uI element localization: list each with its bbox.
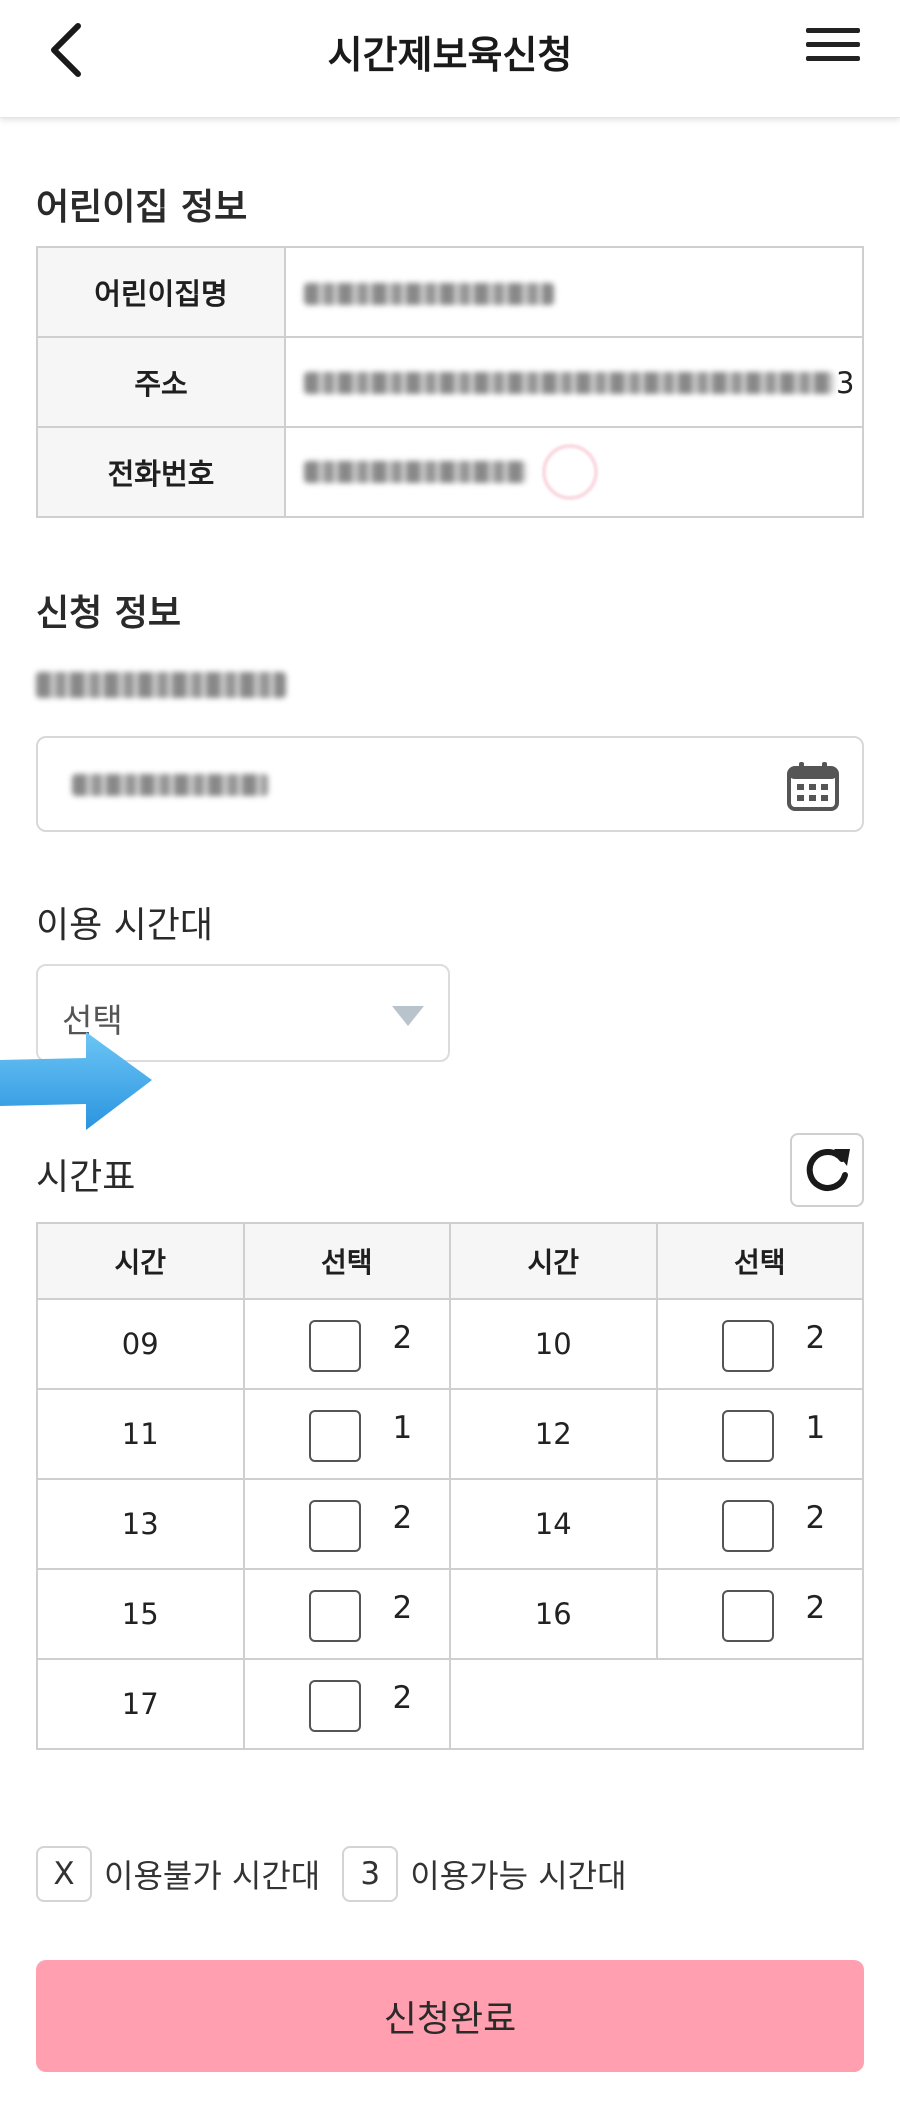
time-slot-label: 이용 시간대 bbox=[36, 905, 214, 946]
daycare-info-table: 어린이집명 주소 3 전화번호 bbox=[36, 246, 864, 518]
slot-select-cell: 2 bbox=[655, 1478, 864, 1570]
legend-unavailable-symbol: X bbox=[36, 1846, 92, 1902]
slot-hour: 13 bbox=[36, 1478, 245, 1570]
slot-checkbox[interactable] bbox=[308, 1680, 361, 1732]
slot-select-cell: 2 bbox=[655, 1568, 864, 1660]
table-row: 17 2 bbox=[36, 1658, 865, 1750]
table-row: 15 2 16 2 bbox=[36, 1568, 864, 1660]
slot-checkbox[interactable] bbox=[308, 1410, 361, 1462]
slot-checkbox[interactable] bbox=[721, 1320, 774, 1372]
slot-checkbox[interactable] bbox=[308, 1590, 361, 1642]
timetable-header-row: 시간 선택 시간 선택 bbox=[36, 1222, 864, 1300]
redacted-date bbox=[72, 774, 268, 796]
slot-hour: 12 bbox=[448, 1388, 658, 1480]
slot-select-cell: 2 bbox=[242, 1658, 451, 1750]
redacted-text bbox=[304, 283, 554, 305]
daycare-info-title: 어린이집 정보 bbox=[36, 187, 248, 228]
slot-count: 2 bbox=[392, 1320, 413, 1356]
slot-select-cell: 2 bbox=[242, 1568, 451, 1660]
info-row-address: 주소 3 bbox=[36, 336, 864, 428]
slot-checkbox[interactable] bbox=[721, 1500, 774, 1552]
slot-hour: 11 bbox=[36, 1388, 245, 1480]
pointer-arrow-icon bbox=[0, 1032, 152, 1130]
legend-available-symbol: 3 bbox=[342, 1846, 399, 1902]
slot-hour: 16 bbox=[448, 1568, 658, 1660]
slot-select-cell: 1 bbox=[242, 1388, 451, 1480]
slot-count: 1 bbox=[805, 1410, 826, 1446]
slot-select-cell: 2 bbox=[242, 1478, 451, 1570]
page-title: 시간제보육신청 bbox=[327, 33, 573, 77]
slot-checkbox[interactable] bbox=[721, 1410, 774, 1462]
address-suffix: 3 bbox=[836, 366, 855, 400]
phone-value[interactable] bbox=[284, 426, 864, 518]
calendar-icon[interactable] bbox=[786, 760, 840, 812]
table-row: 09 2 10 2 bbox=[36, 1298, 864, 1390]
touch-indicator bbox=[542, 444, 598, 500]
daycare-name-label: 어린이집명 bbox=[36, 246, 286, 338]
info-row-phone: 전화번호 bbox=[36, 426, 864, 518]
slot-hour: 17 bbox=[36, 1658, 245, 1750]
slot-count: 1 bbox=[392, 1410, 413, 1446]
redacted-text bbox=[304, 461, 526, 483]
table-row: 11 1 12 1 bbox=[36, 1388, 864, 1480]
redacted-field-label bbox=[36, 672, 286, 698]
column-header-time: 시간 bbox=[36, 1222, 245, 1300]
redacted-text bbox=[304, 372, 834, 394]
column-header-select: 선택 bbox=[242, 1222, 451, 1300]
slot-hour: 14 bbox=[448, 1478, 658, 1570]
refresh-button[interactable] bbox=[790, 1133, 864, 1207]
slot-checkbox[interactable] bbox=[721, 1590, 774, 1642]
slot-count: 2 bbox=[392, 1590, 413, 1626]
slot-count: 2 bbox=[805, 1590, 826, 1626]
info-row-name: 어린이집명 bbox=[36, 246, 864, 338]
slot-hour: 09 bbox=[36, 1298, 245, 1390]
dropdown-arrow-icon bbox=[392, 1006, 424, 1026]
app-header: 시간제보육신청 bbox=[0, 0, 900, 118]
table-row: 13 2 14 2 bbox=[36, 1478, 864, 1570]
phone-label: 전화번호 bbox=[36, 426, 286, 518]
slot-hour: 15 bbox=[36, 1568, 245, 1660]
legend-available-label: 이용가능 시간대 bbox=[410, 1857, 627, 1895]
timetable-label: 시간표 bbox=[36, 1157, 136, 1198]
daycare-name-value bbox=[284, 246, 864, 338]
hamburger-menu-icon bbox=[806, 28, 860, 33]
slot-hour: 10 bbox=[448, 1298, 658, 1390]
submit-button[interactable]: 신청완료 bbox=[36, 1960, 864, 2072]
timetable-legend: X 이용불가 시간대 3 이용가능 시간대 bbox=[36, 1846, 649, 1902]
slot-count: 2 bbox=[805, 1320, 826, 1356]
legend-unavailable-label: 이용불가 시간대 bbox=[104, 1857, 321, 1895]
refresh-icon bbox=[806, 1148, 850, 1191]
address-value: 3 bbox=[284, 336, 864, 428]
empty-cell bbox=[448, 1658, 865, 1750]
column-header-time: 시간 bbox=[448, 1222, 658, 1300]
date-picker-field[interactable] bbox=[36, 736, 864, 832]
slot-count: 2 bbox=[392, 1500, 413, 1536]
address-label: 주소 bbox=[36, 336, 286, 428]
slot-count: 2 bbox=[392, 1680, 413, 1716]
slot-checkbox[interactable] bbox=[308, 1320, 361, 1372]
slot-select-cell: 2 bbox=[655, 1298, 864, 1390]
slot-checkbox[interactable] bbox=[308, 1500, 361, 1552]
application-info-title: 신청 정보 bbox=[36, 593, 182, 634]
slot-select-cell: 2 bbox=[242, 1298, 451, 1390]
menu-button[interactable] bbox=[806, 28, 860, 68]
slot-select-cell: 1 bbox=[655, 1388, 864, 1480]
timetable: 시간 선택 시간 선택 09 2 10 2 11 1 12 1 13 2 14 … bbox=[36, 1222, 865, 1750]
slot-count: 2 bbox=[805, 1500, 826, 1536]
column-header-select: 선택 bbox=[655, 1222, 864, 1300]
